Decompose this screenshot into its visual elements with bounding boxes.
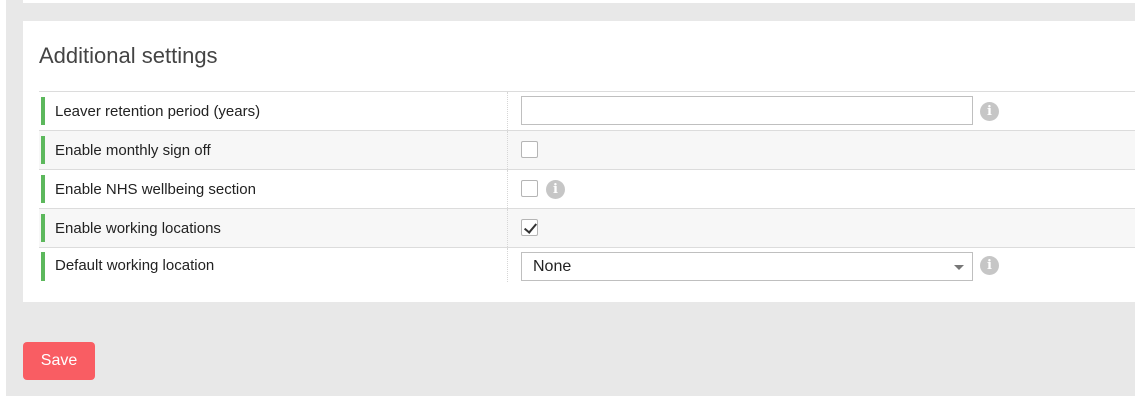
nhs-wellbeing-checkbox[interactable] — [521, 180, 538, 197]
setting-row-default-working-location: Default working location None i — [39, 247, 1135, 282]
setting-label: Enable working locations — [55, 219, 221, 237]
setting-label: Enable NHS wellbeing section — [55, 180, 256, 198]
leaver-retention-input[interactable] — [521, 96, 973, 125]
required-indicator-bar — [41, 97, 45, 125]
column-divider — [507, 209, 508, 247]
required-indicator-bar — [41, 252, 45, 281]
setting-row-monthly-sign-off: Enable monthly sign off — [39, 130, 1135, 169]
default-working-location-select[interactable]: None — [521, 252, 973, 281]
section-title: Additional settings — [39, 43, 218, 68]
setting-row-working-locations: Enable working locations — [39, 208, 1135, 247]
column-divider — [507, 248, 508, 282]
save-button[interactable]: Save — [23, 342, 95, 380]
working-locations-checkbox[interactable] — [521, 219, 538, 236]
info-icon[interactable]: i — [980, 102, 999, 121]
additional-settings-panel: Additional settings Leaver retention per… — [23, 21, 1135, 302]
settings-table: Leaver retention period (years) i Enable… — [39, 91, 1135, 282]
chevron-down-icon — [954, 265, 964, 270]
select-value: None — [533, 258, 572, 275]
required-indicator-bar — [41, 136, 45, 164]
setting-row-leaver-retention: Leaver retention period (years) i — [39, 91, 1135, 130]
setting-label: Default working location — [55, 256, 215, 274]
column-divider — [507, 131, 508, 169]
required-indicator-bar — [41, 175, 45, 203]
setting-label: Leaver retention period (years) — [55, 102, 261, 120]
setting-row-nhs-wellbeing: Enable NHS wellbeing section i — [39, 169, 1135, 208]
info-icon[interactable]: i — [546, 180, 565, 199]
previous-panel-edge — [23, 0, 1135, 3]
monthly-sign-off-checkbox[interactable] — [521, 141, 538, 158]
column-divider — [507, 92, 508, 130]
required-indicator-bar — [41, 214, 45, 242]
column-divider — [507, 170, 508, 208]
setting-label: Enable monthly sign off — [55, 141, 211, 159]
info-icon[interactable]: i — [980, 256, 999, 275]
